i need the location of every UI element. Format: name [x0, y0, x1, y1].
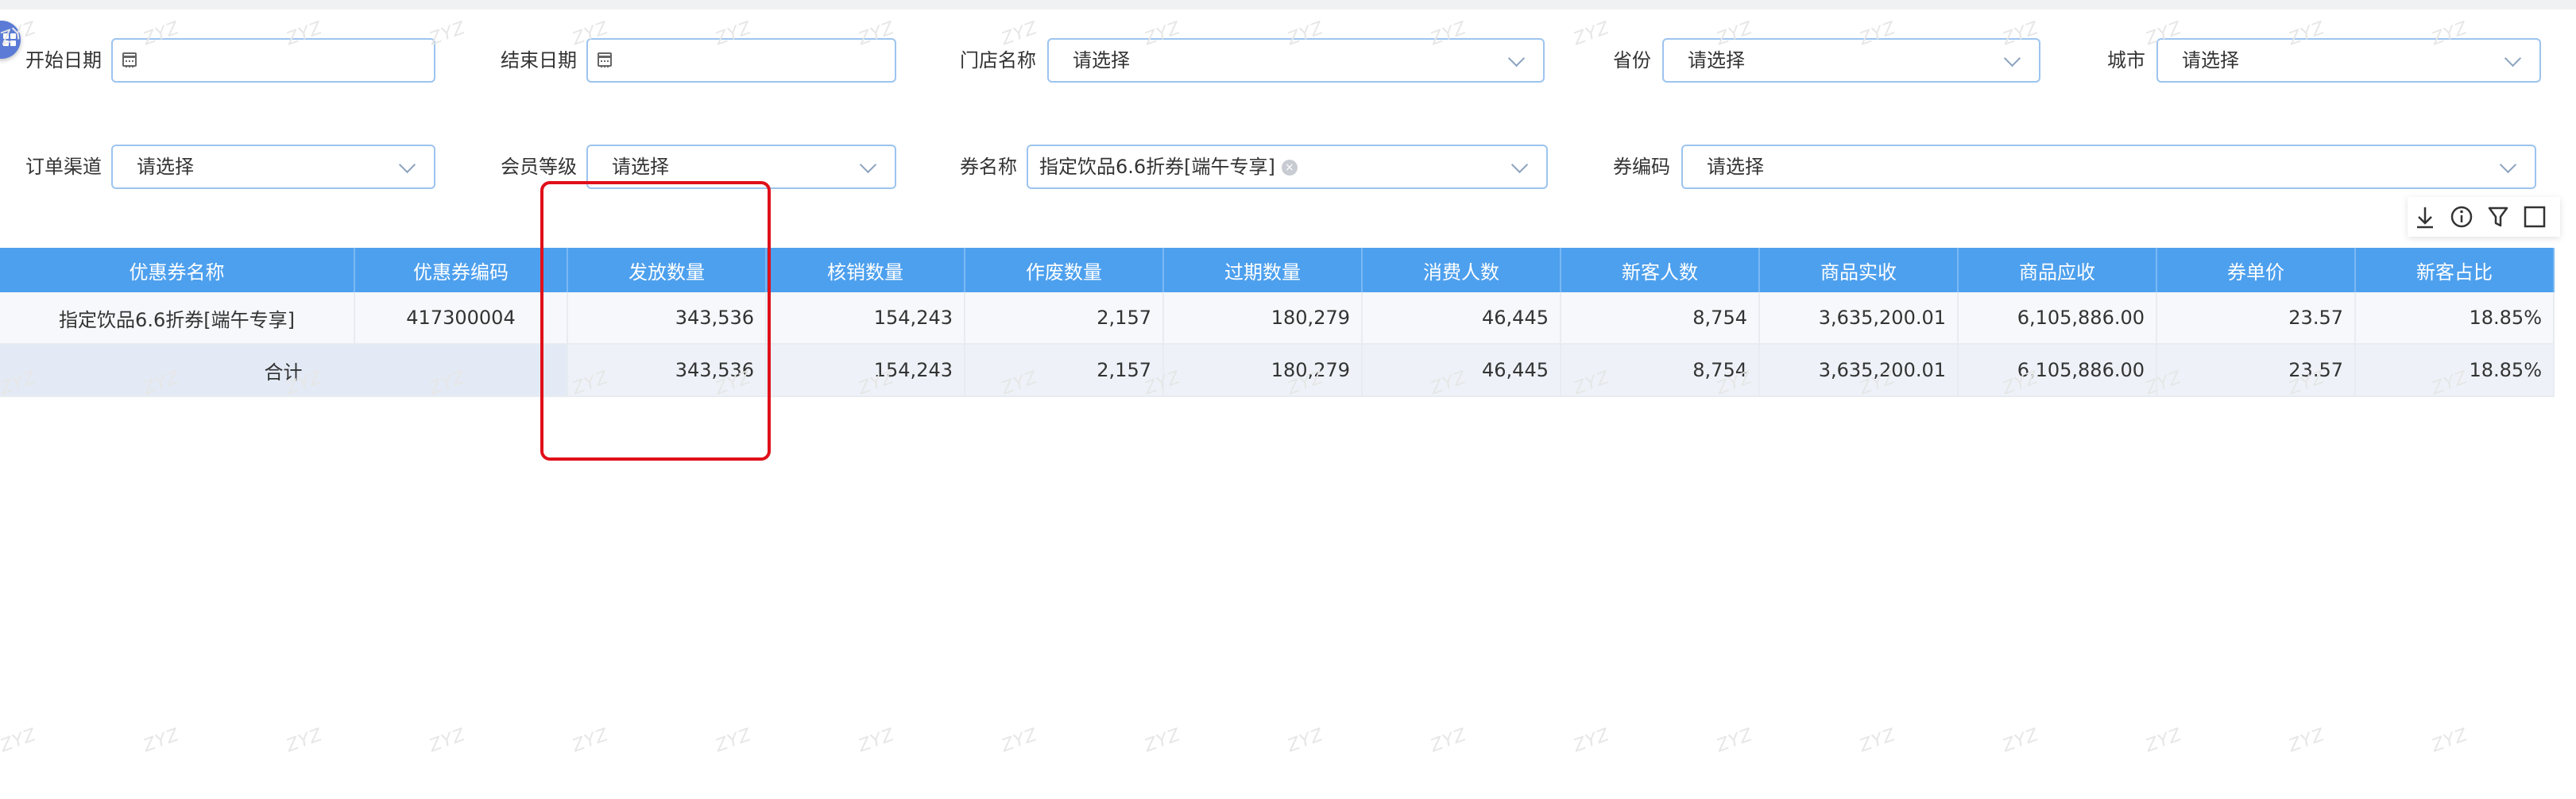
- coupon-code-select-value: 请选择: [1707, 156, 1764, 178]
- watermark-text: ZYZ: [1285, 724, 1327, 757]
- watermark-text: ZYZ: [1714, 724, 1756, 757]
- coupon-name-tag: 指定饮品6.6折券[端午专享]: [1039, 156, 1275, 178]
- table-header-row: 优惠券名称 优惠券编码 发放数量 核销数量 作废数量 过期数量 消费人数 新客人…: [0, 248, 2555, 292]
- watermark-text: ZYZ: [856, 724, 898, 757]
- start-date-label: 开始日期: [25, 49, 102, 71]
- column-header[interactable]: 新客人数: [1561, 248, 1760, 292]
- table-row[interactable]: 指定饮品6.6折券[端午专享] 417300004 343,536 154,24…: [0, 292, 2555, 345]
- watermark-text: ZYZ: [999, 17, 1041, 50]
- watermark-text: ZYZ: [1428, 724, 1470, 757]
- watermark-text: ZYZ: [1142, 724, 1184, 757]
- watermark-text: ZYZ: [1857, 724, 1899, 757]
- table-cell: 46,445: [1362, 292, 1561, 345]
- column-header[interactable]: 作废数量: [965, 248, 1164, 292]
- coupon-code-label: 券编码: [1613, 156, 1670, 178]
- total-cell: 6,105,886.00: [1958, 344, 2157, 397]
- watermark-text: ZYZ: [284, 724, 326, 757]
- total-cell: 180,279: [1163, 344, 1363, 397]
- column-header[interactable]: 商品应收: [1958, 248, 2157, 292]
- column-header[interactable]: 券单价: [2156, 248, 2356, 292]
- watermark-text: ZYZ: [999, 724, 1041, 757]
- watermark-text: ZYZ: [1571, 724, 1613, 757]
- chevron-down-icon: [2499, 156, 2517, 174]
- watermark-text: ZYZ: [141, 724, 183, 757]
- end-date-input[interactable]: [586, 38, 896, 83]
- store-select-value: 请选择: [1073, 49, 1130, 71]
- watermark-text: ZYZ: [2429, 724, 2471, 757]
- watermark-text: ZYZ: [427, 724, 469, 757]
- calendar-icon: [122, 52, 137, 68]
- member-level-select-value: 请选择: [612, 156, 669, 178]
- table-cell: 18.85%: [2355, 292, 2555, 345]
- table-cell: 154,243: [766, 292, 965, 345]
- table-cell: 3,635,200.01: [1759, 292, 1959, 345]
- column-header[interactable]: 消费人数: [1362, 248, 1561, 292]
- watermark-text: ZYZ: [2143, 724, 2185, 757]
- total-cell: 3,635,200.01: [1759, 344, 1959, 397]
- column-header[interactable]: 过期数量: [1163, 248, 1363, 292]
- top-bar: [0, 0, 2576, 10]
- member-level-label: 会员等级: [501, 156, 577, 178]
- chevron-down-icon: [859, 156, 877, 174]
- info-icon[interactable]: [2444, 197, 2479, 237]
- chevron-down-icon: [1510, 156, 1529, 174]
- watermark-text: ZYZ: [2000, 724, 2042, 757]
- filter-icon[interactable]: [2481, 197, 2516, 237]
- chevron-down-icon: [1507, 49, 1526, 68]
- end-date-label: 结束日期: [501, 49, 577, 71]
- table-cell: 8,754: [1561, 292, 1760, 345]
- watermark-text: ZYZ: [2286, 724, 2328, 757]
- table-cell: 23.57: [2156, 292, 2356, 345]
- calendar-icon: [598, 52, 612, 68]
- city-select-value: 请选择: [2182, 49, 2239, 71]
- coupon-code-select[interactable]: 请选择: [1681, 145, 2536, 189]
- store-label: 门店名称: [960, 49, 1036, 71]
- channel-select[interactable]: 请选择: [111, 145, 435, 189]
- fullscreen-icon[interactable]: [2517, 197, 2552, 237]
- download-icon[interactable]: [2408, 197, 2443, 237]
- coupon-name-label: 券名称: [960, 156, 1017, 178]
- province-select-value: 请选择: [1688, 49, 1745, 71]
- province-label: 省份: [1613, 49, 1651, 71]
- column-header[interactable]: 新客占比: [2355, 248, 2555, 292]
- highlight-annotation-box: [540, 181, 771, 461]
- watermark-text: ZYZ: [713, 724, 755, 757]
- city-select[interactable]: 请选择: [2156, 38, 2541, 83]
- table-cell: 2,157: [965, 292, 1164, 345]
- total-cell: 23.57: [2156, 344, 2356, 397]
- watermark-text: ZYZ: [427, 17, 469, 50]
- channel-label: 订单渠道: [25, 156, 102, 178]
- column-header[interactable]: 核销数量: [766, 248, 965, 292]
- clear-icon[interactable]: ×: [1281, 160, 1298, 176]
- table-cell: 6,105,886.00: [1958, 292, 2157, 345]
- table-cell: 180,279: [1163, 292, 1363, 345]
- table-toolbar: [2408, 197, 2560, 237]
- column-header[interactable]: 商品实收: [1759, 248, 1959, 292]
- chevron-down-icon: [2003, 49, 2021, 68]
- total-label: 合计: [0, 344, 568, 397]
- watermark-text: ZYZ: [0, 724, 40, 757]
- total-cell: 2,157: [965, 344, 1164, 397]
- column-header[interactable]: 优惠券名称: [0, 248, 355, 292]
- watermark-text: ZYZ: [1571, 17, 1613, 50]
- watermark-text: ZYZ: [570, 724, 612, 757]
- table-cell: 指定饮品6.6折券[端午专享]: [0, 292, 355, 345]
- chevron-down-icon: [398, 156, 416, 174]
- column-header[interactable]: 优惠券编码: [354, 248, 568, 292]
- chevron-down-icon: [2504, 49, 2522, 68]
- city-label: 城市: [2107, 49, 2145, 71]
- coupon-name-select[interactable]: 指定饮品6.6折券[端午专享] ×: [1027, 145, 1548, 189]
- channel-select-value: 请选择: [137, 156, 194, 178]
- table-cell: 417300004: [354, 292, 568, 345]
